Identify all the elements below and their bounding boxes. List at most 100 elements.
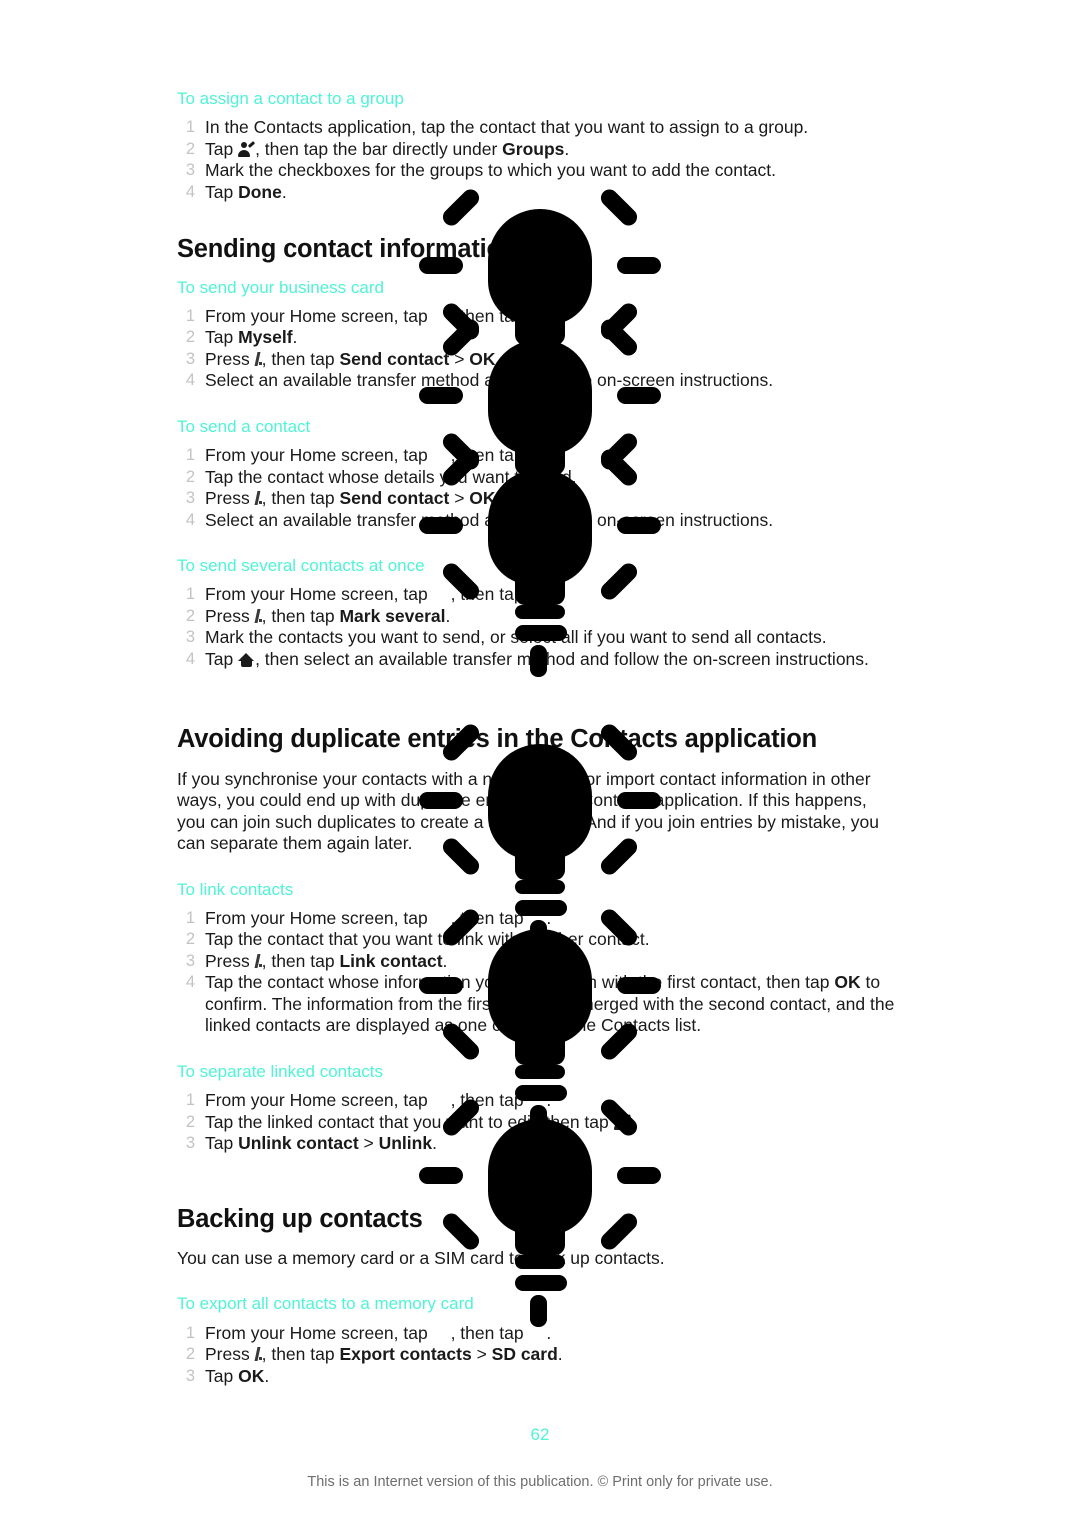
list-item: Select an available transfer method and …: [177, 510, 907, 532]
list-item: From your Home screen, tap , then tap .: [177, 1323, 907, 1345]
step-text: Press: [205, 605, 255, 626]
list-item: Press , then tap Export contacts > SD ca…: [177, 1344, 907, 1366]
subheading-link-contacts: To link contacts: [177, 879, 294, 899]
step-text: .: [546, 305, 552, 326]
step-text: Tap: [205, 648, 239, 669]
step-text: .: [546, 907, 552, 928]
menu-key-icon: [254, 491, 262, 506]
list-item: In the Contacts application, tap the con…: [177, 117, 907, 139]
subheading-assign-contact-to-group: To assign a contact to a group: [177, 89, 404, 108]
ui-label-ok: OK: [238, 1365, 265, 1386]
step-text: From your Home screen, tap: [205, 907, 433, 928]
list-item: Mark the checkboxes for the groups to wh…: [177, 160, 907, 182]
step-text: , then tap: [261, 488, 340, 509]
ui-label-send-contact: Send contact: [339, 488, 450, 509]
list-item: Tap Unlink contact > Unlink.: [177, 1133, 907, 1155]
step-text: .: [557, 1344, 563, 1365]
step-text: .: [281, 181, 287, 202]
menu-key-icon: [254, 608, 262, 623]
step-text: , then tap: [261, 950, 340, 971]
ui-label-ok: OK: [469, 488, 496, 509]
document-page: To assign a contact to a group In the Co…: [0, 0, 1080, 1527]
ui-label-myself: Myself: [238, 327, 293, 348]
subheading-send-business-card: To send your business card: [177, 277, 384, 297]
ui-label-groups: Groups: [502, 138, 565, 159]
subheading-separate-linked-contacts: To separate linked contacts: [177, 1061, 384, 1081]
list-item: Tap the contact whose information you wa…: [177, 972, 907, 1037]
step-text: Press: [205, 1344, 255, 1365]
steps-separate-linked-contacts: From your Home screen, tap , then tap . …: [177, 1090, 907, 1155]
steps-send-a-contact: From your Home screen, tap , then tap . …: [177, 445, 907, 531]
step-text: .: [264, 1365, 270, 1386]
page-number: 62: [530, 1425, 550, 1444]
list-item: Mark the contacts you want to send, or s…: [177, 627, 907, 649]
step-text: >: [449, 488, 470, 509]
list-item: Tap the contact whose details you want t…: [177, 467, 907, 489]
step-text: Tap the contact whose details you want t…: [205, 466, 577, 487]
list-item: Tap Myself.: [177, 327, 907, 349]
list-item: Tap the contact that you want to link wi…: [177, 929, 907, 951]
list-item: Tap the linked contact that you want to …: [177, 1112, 907, 1134]
ui-label-send-contact: Send contact: [339, 348, 450, 369]
step-text: .: [445, 605, 451, 626]
list-item: Press , then tap Send contact > OK.: [177, 349, 907, 371]
step-text: >: [471, 1344, 492, 1365]
step-text: Select an available transfer method and …: [205, 509, 774, 530]
step-text: Press: [205, 950, 255, 971]
step-text: Tap: [205, 138, 239, 159]
step-text: , then tap: [261, 1344, 340, 1365]
steps-assign-contact-to-group: In the Contacts application, tap the con…: [177, 117, 907, 203]
list-item: Press , then tap Mark several.: [177, 606, 907, 628]
ui-label-sd-card: SD card: [491, 1344, 558, 1365]
step-text: From your Home screen, tap: [205, 1322, 433, 1343]
step-text: .: [292, 327, 298, 348]
step-text: .: [546, 584, 552, 605]
step-text: Tap: [205, 1133, 239, 1154]
list-item: Press , then tap Send contact > OK.: [177, 488, 907, 510]
step-text: , then tap: [450, 907, 529, 928]
step-text: .: [546, 445, 552, 466]
home-icon: [238, 652, 255, 667]
menu-key-icon: [254, 351, 262, 366]
step-text: Tap the contact that you want to link wi…: [205, 929, 650, 950]
step-text: Mark the checkboxes for the groups to wh…: [205, 160, 777, 181]
step-text: , then tap: [450, 1090, 529, 1111]
list-item: From your Home screen, tap , then tap .: [177, 306, 907, 328]
list-item: From your Home screen, tap , then tap .: [177, 584, 907, 606]
step-text: , then tap: [261, 348, 340, 369]
step-text: Press: [205, 348, 255, 369]
list-item: From your Home screen, tap , then tap .: [177, 1090, 907, 1112]
ui-label-mark-several: Mark several: [339, 605, 446, 626]
step-text: .: [442, 950, 448, 971]
step-text: , then tap: [450, 305, 529, 326]
step-text: , then tap: [450, 584, 529, 605]
step-text: .: [630, 1111, 636, 1132]
step-text: In the Contacts application, tap the con…: [205, 117, 809, 138]
step-text: , then tap: [261, 605, 340, 626]
step-text: From your Home screen, tap: [205, 1090, 433, 1111]
step-text: >: [358, 1133, 379, 1154]
step-text: From your Home screen, tap: [205, 584, 433, 605]
step-text: Tap the contact whose information you wa…: [205, 972, 835, 993]
list-item: Tap OK.: [177, 1366, 907, 1388]
ui-label-link-contact: Link contact: [339, 950, 443, 971]
steps-send-business-card: From your Home screen, tap , then tap . …: [177, 306, 907, 392]
menu-key-icon: [254, 1347, 262, 1362]
list-item: From your Home screen, tap , then tap .: [177, 445, 907, 467]
step-text: Tap: [205, 327, 239, 348]
step-text: .: [495, 348, 501, 369]
step-text: .: [564, 138, 570, 159]
page-content: To assign a contact to a group In the Co…: [177, 88, 907, 1387]
step-text: Tap: [205, 181, 239, 202]
step-text: .: [495, 488, 501, 509]
contact-edit-icon: [238, 140, 256, 157]
menu-key-icon: [254, 953, 262, 968]
paragraph-backing-up: You can use a memory card or a SIM card …: [177, 1247, 665, 1268]
step-text: , then tap: [450, 1322, 529, 1343]
step-text: Tap the linked contact that you want to …: [205, 1111, 614, 1132]
list-item: Tap Done.: [177, 182, 907, 204]
step-text: From your Home screen, tap: [205, 305, 433, 326]
heading-sending-contact-information: Sending contact information: [177, 235, 518, 264]
subheading-send-a-contact: To send a contact: [177, 416, 311, 436]
list-item: From your Home screen, tap , then tap .: [177, 908, 907, 930]
